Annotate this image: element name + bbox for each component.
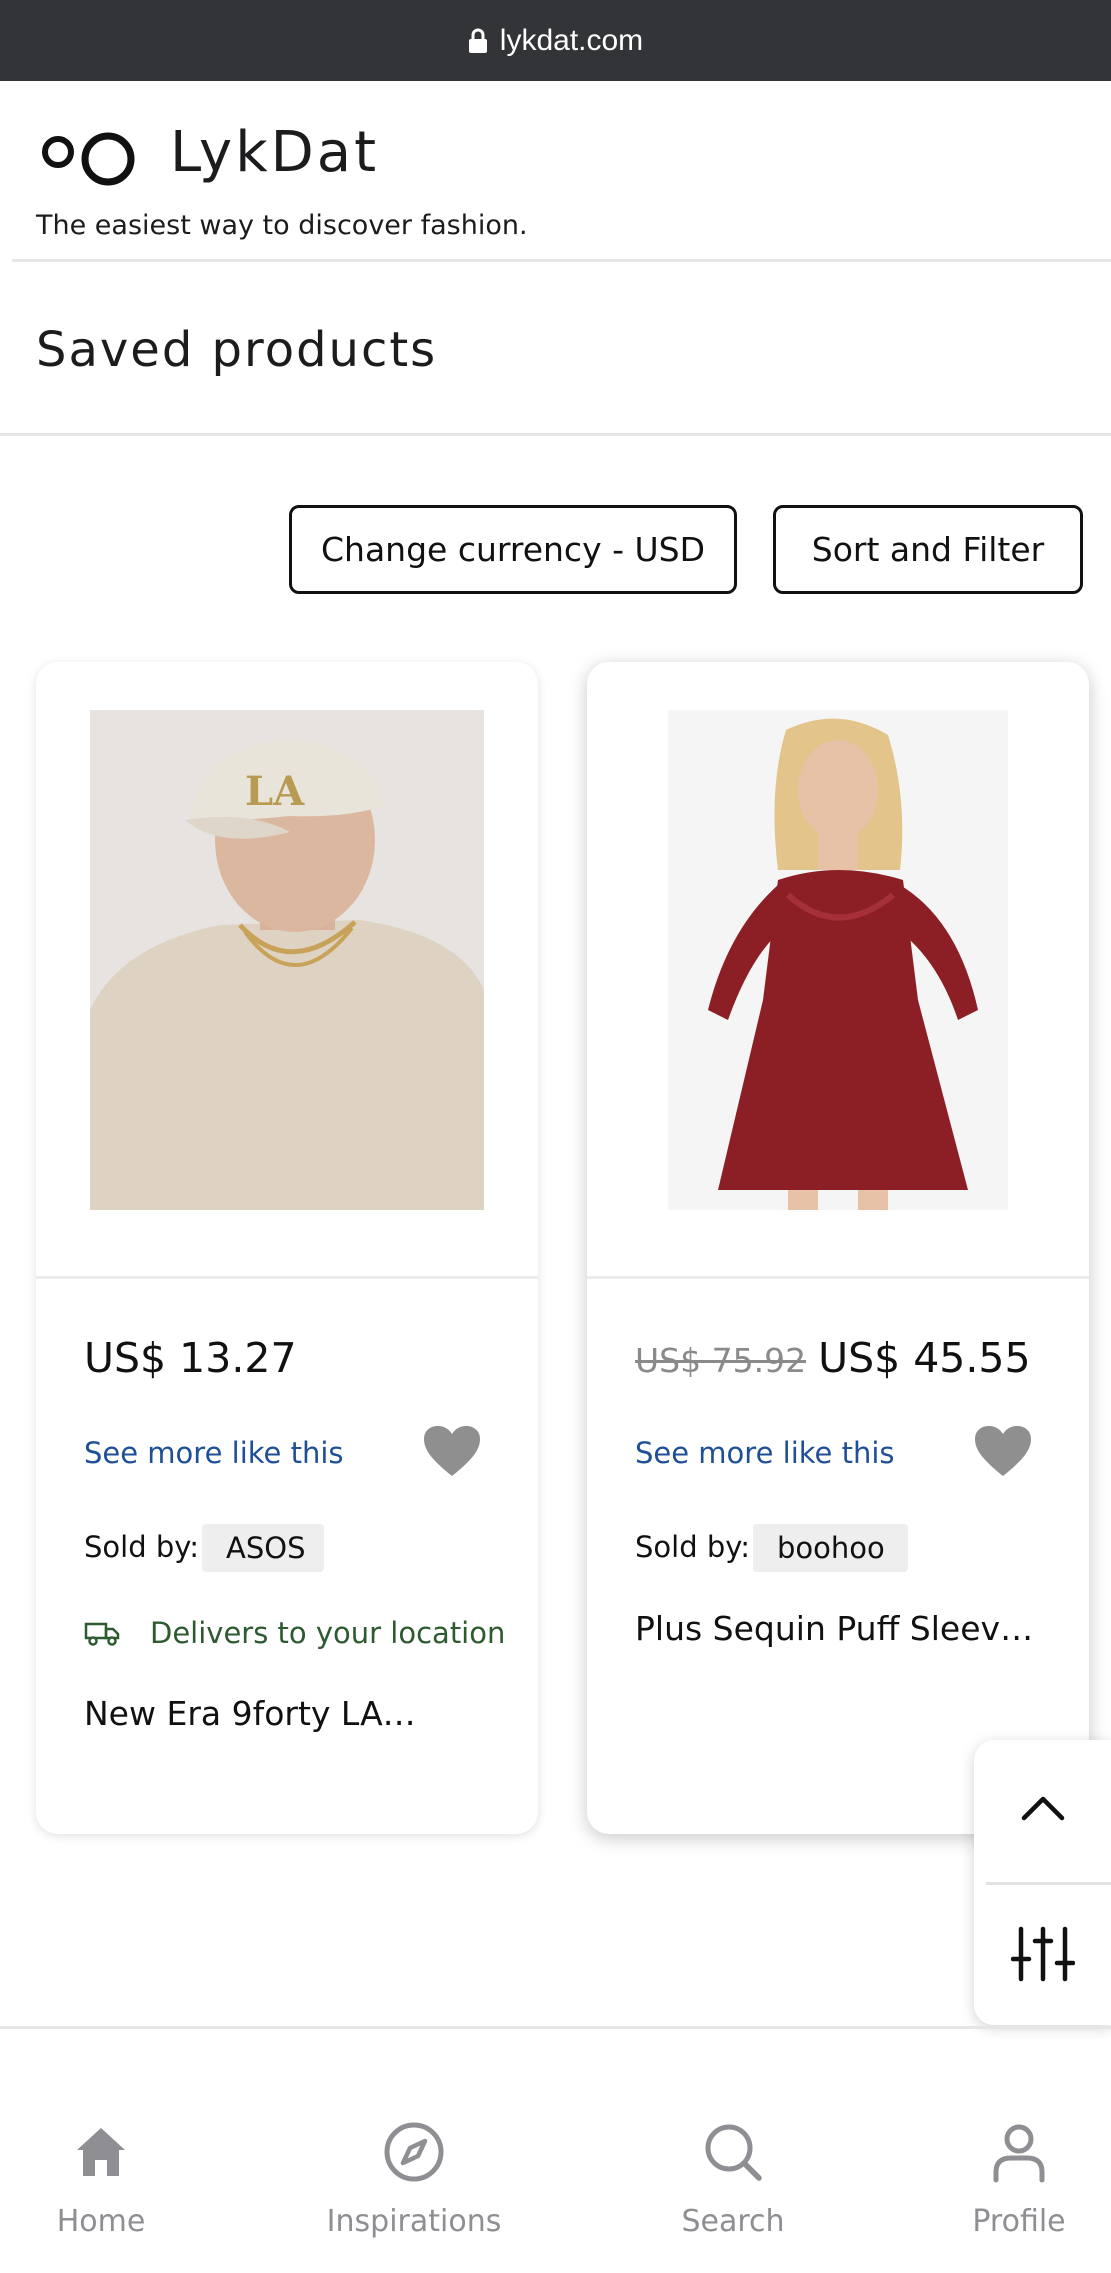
bottom-nav-divider [0,2026,1111,2029]
page-title: Saved products [36,322,438,378]
current-price: US$ 13.27 [84,1334,297,1382]
product-price: US$ 75.92 US$ 45.55 [635,1334,1031,1382]
home-icon [69,2120,133,2188]
truck-icon [84,1620,120,1646]
logo-icon[interactable] [36,126,146,186]
chevron-up-icon [1021,1794,1065,1826]
url-text: lykdat.com [499,23,644,57]
sliders-icon [1010,1925,1075,1987]
delivery-info: Delivers to your location [84,1616,505,1650]
floating-controls [974,1740,1111,2025]
product-name[interactable]: New Era 9forty LA… [84,1694,416,1733]
sold-by-label: Sold by: [635,1530,751,1564]
card-divider [36,1276,538,1279]
product-price: US$ 13.27 [84,1334,297,1382]
lock-icon [468,28,488,54]
tagline: The easiest way to discover fashion. [36,210,528,241]
nav-home[interactable]: Home [0,2120,211,2239]
delivery-text: Delivers to your location [150,1616,506,1650]
sort-filter-button[interactable]: Sort and Filter [773,505,1083,594]
current-price: US$ 45.55 [818,1334,1031,1382]
compass-icon [382,2120,446,2188]
scroll-top-button[interactable] [974,1740,1111,1880]
url-display[interactable]: lykdat.com [0,0,1111,81]
title-divider [0,433,1111,436]
seller-badge: ASOS [202,1524,324,1572]
floating-divider [986,1882,1111,1885]
filter-button[interactable] [974,1886,1111,2025]
nav-home-label: Home [56,2204,146,2239]
seller-badge: boohoo [753,1524,908,1572]
product-image[interactable]: LA [90,710,484,1210]
nav-search[interactable]: Search [623,2120,843,2239]
nav-inspirations-label: Inspirations [326,2204,502,2239]
header-divider [12,259,1111,262]
nav-profile[interactable]: Profile [909,2120,1111,2239]
product-card[interactable]: LA US$ 13.27 See more like this Sold by:… [36,662,538,1834]
search-icon [701,2120,765,2188]
product-name[interactable]: Plus Sequin Puff Sleev… [635,1609,1033,1648]
brand-name[interactable]: LykDat [170,120,379,185]
profile-icon [987,2120,1051,2188]
change-currency-button[interactable]: Change currency - USD [289,505,737,594]
heart-icon[interactable] [422,1424,482,1478]
card-divider [587,1276,1089,1279]
heart-icon[interactable] [973,1424,1033,1478]
see-more-link[interactable]: See more like this [635,1436,895,1470]
product-card[interactable]: US$ 75.92 US$ 45.55 See more like this So… [587,662,1089,1834]
svg-text:LA: LA [245,768,305,815]
nav-search-label: Search [681,2204,785,2239]
nav-inspirations[interactable]: Inspirations [304,2120,524,2239]
see-more-link[interactable]: See more like this [84,1436,344,1470]
original-price: US$ 75.92 [635,1341,807,1380]
nav-profile-label: Profile [972,2204,1066,2239]
sold-by-label: Sold by: [84,1530,200,1564]
product-image[interactable] [668,710,1008,1210]
